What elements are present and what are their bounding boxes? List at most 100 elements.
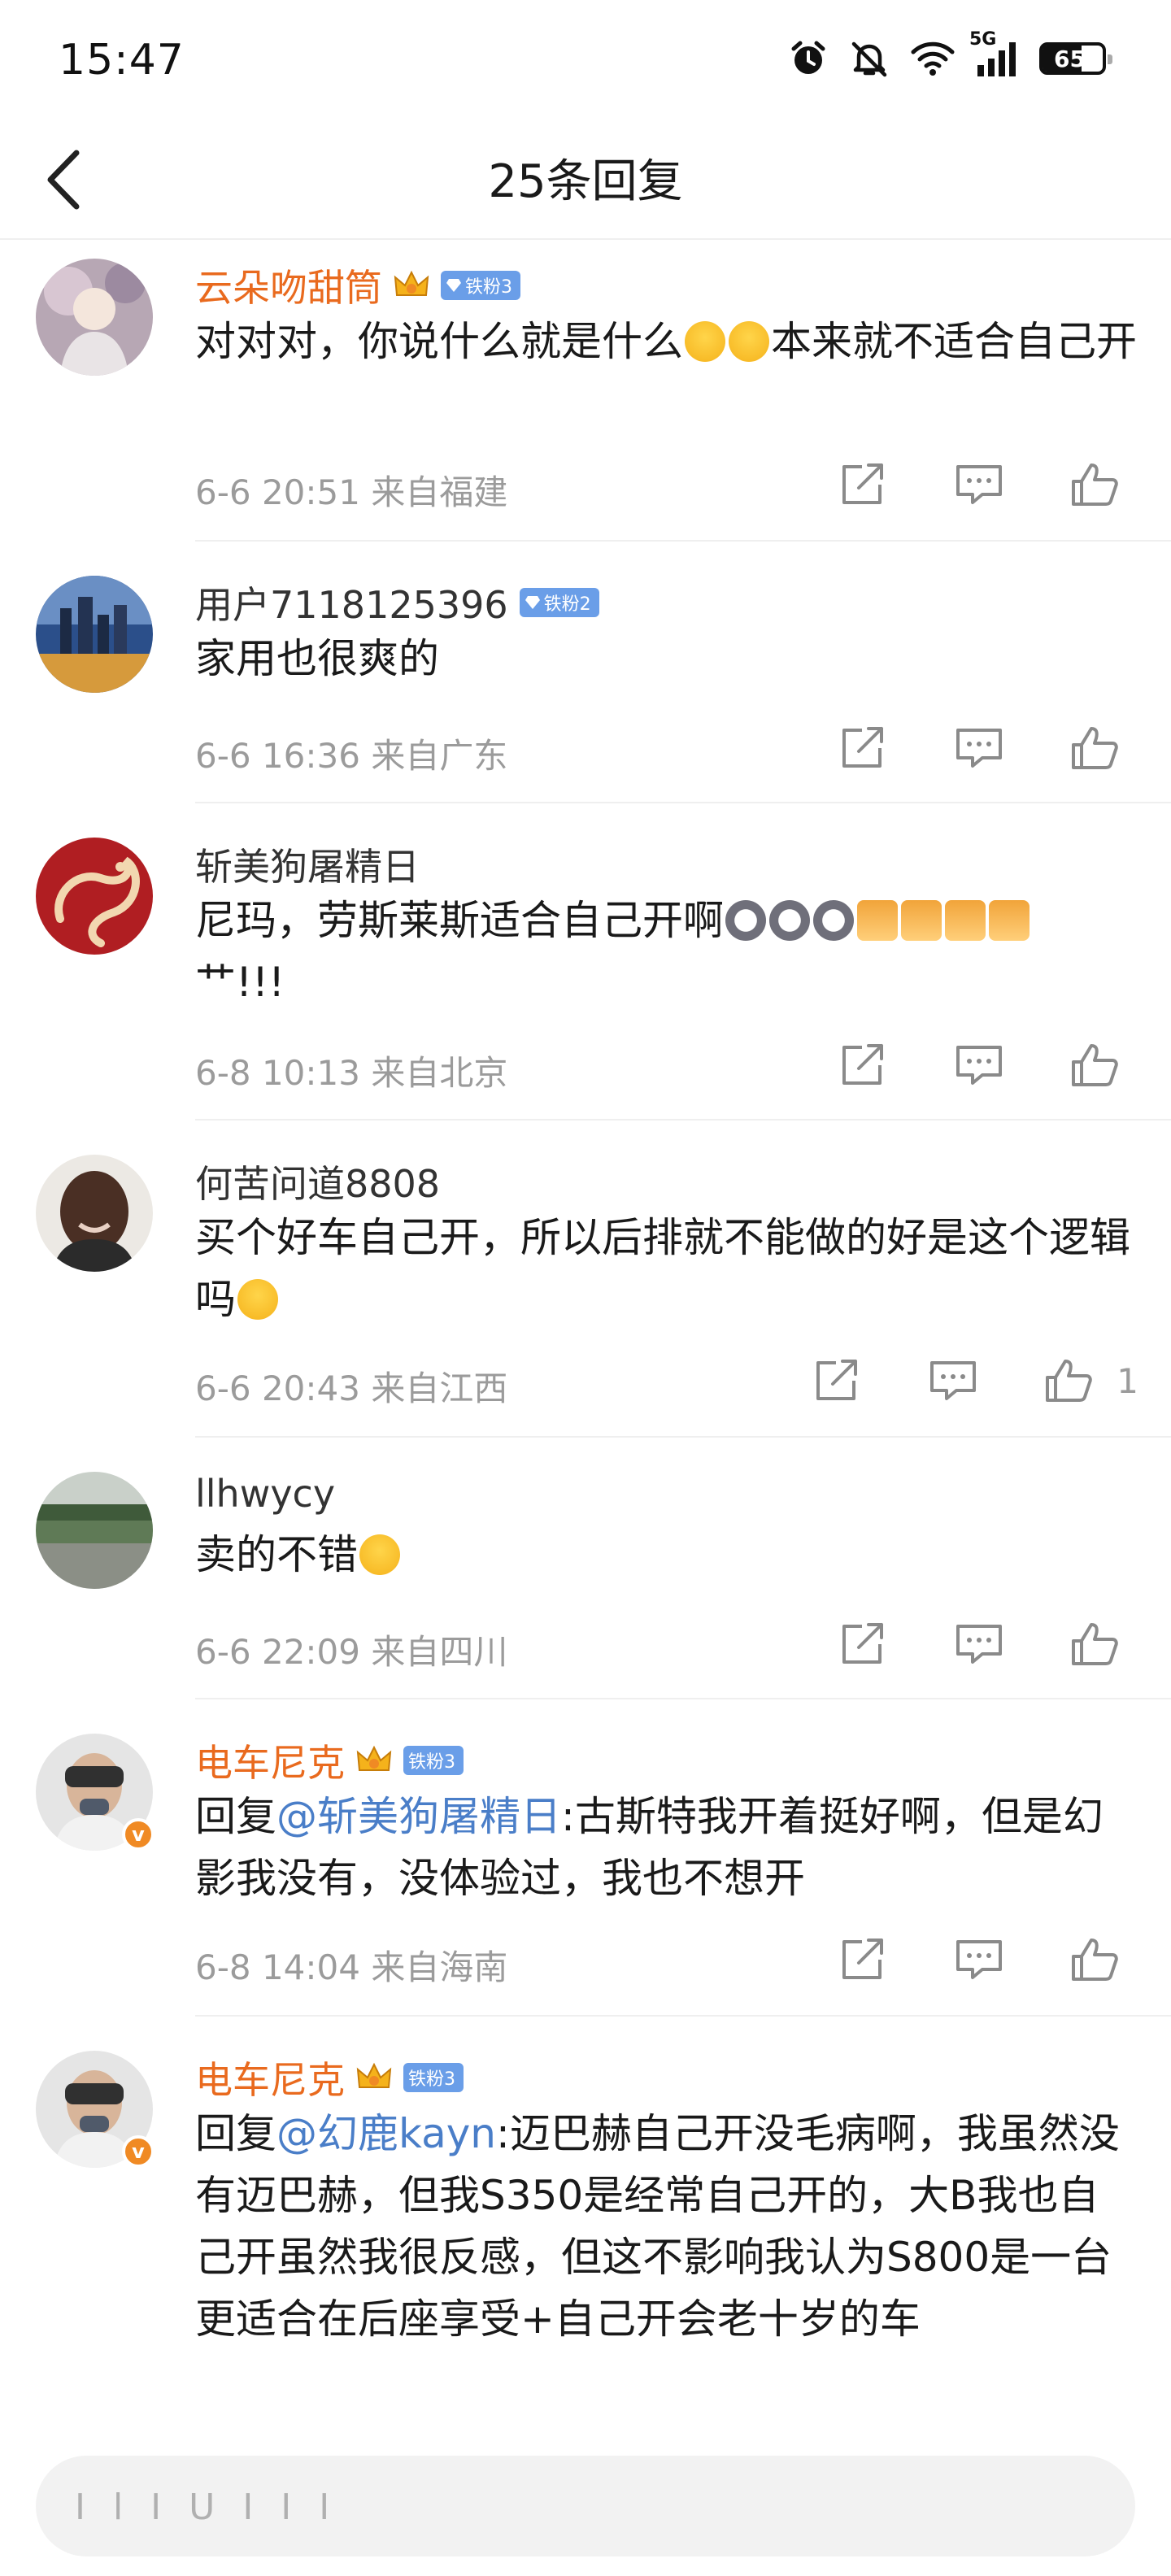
fan-badge: 铁粉2 <box>519 588 599 617</box>
crown-icon <box>394 270 429 296</box>
comment-meta: 6-6 20:43 来自江西 1 <box>195 1356 1138 1408</box>
thumbs-down-emoji <box>901 900 942 941</box>
timestamp-location: 6-6 20:51 来自福建 <box>195 472 508 512</box>
avatar[interactable] <box>36 576 153 693</box>
mute-bell-icon <box>851 41 887 77</box>
username[interactable]: 电车尼克 <box>195 2051 345 2104</box>
laughing-emoji <box>729 321 769 362</box>
thumbs-down-emoji <box>857 900 898 941</box>
name-row: 何苦问道8808 <box>195 1155 440 1208</box>
share-button[interactable] <box>838 1041 890 1090</box>
share-button[interactable] <box>838 724 890 772</box>
username[interactable]: 云朵吻甜筒 <box>195 259 382 312</box>
reply-button[interactable] <box>953 1935 1005 1984</box>
name-row: 用户7118125396 铁粉2 <box>195 576 599 629</box>
share-icon <box>842 727 883 768</box>
divider <box>195 1436 1171 1438</box>
avatar[interactable] <box>36 838 153 955</box>
share-icon <box>842 1623 883 1664</box>
comment-text: 卖的不错 <box>195 1524 1138 1586</box>
divider <box>195 540 1171 542</box>
battery-percent: 65 <box>1054 46 1086 72</box>
comment-text: 家用也很爽的 <box>195 635 439 682</box>
comment-meta: 6-6 16:36 来自广东 <box>195 724 1138 776</box>
divider <box>195 2015 1171 2017</box>
comment-icon <box>956 1046 1002 1085</box>
gem-icon <box>446 279 461 292</box>
page-title: 25条回复 <box>488 155 683 208</box>
timestamp-location: 6-6 16:36 来自广东 <box>195 736 508 776</box>
like-button[interactable] <box>1043 1356 1095 1405</box>
status-icons: 5G 65 <box>789 29 1112 78</box>
share-button[interactable] <box>838 1620 890 1669</box>
husky-emoji <box>813 900 854 941</box>
share-icon <box>842 1044 883 1085</box>
gem-icon <box>525 596 540 609</box>
comment-text: 回复@幻鹿kayn:迈巴赫自己开没毛病啊，我虽然没有迈巴赫，但我S350是经常自… <box>195 2110 1120 2343</box>
timestamp-location: 6-8 14:04 来自海南 <box>195 1947 508 1987</box>
fan-badge: 铁粉3 <box>441 271 520 300</box>
network-type-label: 5G <box>969 29 997 50</box>
divider <box>195 802 1171 803</box>
thumbs-up-icon <box>1046 1360 1092 1402</box>
husky-emoji <box>769 900 810 941</box>
like-count: 1 <box>1117 1361 1138 1401</box>
battery-indicator: 65 <box>1039 42 1112 75</box>
thumbs-down-emoji <box>989 900 1030 941</box>
like-button[interactable] <box>1069 1935 1121 1984</box>
fan-badge-label: 铁粉2 <box>543 594 591 615</box>
username[interactable]: 电车尼克 <box>195 1734 345 1787</box>
username[interactable]: llhwycy <box>195 1472 335 1516</box>
reply-placeholder: I l I U I I I <box>75 2487 338 2528</box>
reply-input[interactable]: I l I U I I I <box>36 2456 1135 2556</box>
like-button[interactable] <box>1069 460 1121 509</box>
like-button[interactable] <box>1069 724 1121 772</box>
fan-badge: 铁粉3 <box>403 1746 464 1775</box>
like-button[interactable] <box>1069 1041 1121 1090</box>
comment-meta: 6-8 14:04 来自海南 <box>195 1935 1138 1987</box>
comment-text: 对对对，你说什么就是什么 本来就不适合自己开 <box>195 318 1137 365</box>
share-button[interactable] <box>838 1935 890 1984</box>
comment-icon <box>956 1625 1002 1664</box>
thumbs-up-icon <box>1072 1623 1118 1665</box>
comment-meta: 6-6 20:51 来自福建 <box>195 460 1138 512</box>
reply-button[interactable] <box>953 724 1005 772</box>
laughing-emoji <box>685 321 725 362</box>
laughing-emoji <box>237 1279 278 1320</box>
name-row: llhwycy <box>195 1472 335 1516</box>
username[interactable]: 斩美狗屠精日 <box>195 838 420 891</box>
status-time: 15:47 <box>59 36 185 85</box>
username[interactable]: 何苦问道8808 <box>195 1155 440 1208</box>
name-row: 电车尼克 铁粉3 <box>195 1734 464 1787</box>
mention-link[interactable]: @幻鹿kayn <box>276 2110 496 2157</box>
share-button[interactable] <box>812 1356 864 1405</box>
avatar[interactable] <box>36 259 153 376</box>
username[interactable]: 用户7118125396 <box>195 576 508 629</box>
reply-button[interactable] <box>927 1356 979 1405</box>
status-bar: 15:47 5G 65 <box>0 0 1171 122</box>
divider <box>195 1698 1171 1699</box>
avatar[interactable] <box>36 1472 153 1589</box>
reply-button[interactable] <box>953 1620 1005 1669</box>
comment-icon <box>956 729 1002 768</box>
reply-button[interactable] <box>953 1041 1005 1090</box>
fan-badge-label: 铁粉3 <box>408 1752 455 1773</box>
thumbs-up-icon <box>1072 727 1118 769</box>
reply-button[interactable] <box>953 460 1005 509</box>
share-button[interactable] <box>838 460 890 509</box>
avatar[interactable] <box>36 1155 153 1272</box>
thumbs-down-emoji <box>945 900 986 941</box>
crown-icon <box>356 1745 392 1771</box>
fan-badge-label: 铁粉3 <box>408 2069 455 2090</box>
verified-badge: v <box>122 2135 155 2168</box>
like-button[interactable] <box>1069 1620 1121 1669</box>
alarm-icon <box>791 41 825 74</box>
comment-meta: 6-8 10:13 来自北京 <box>195 1041 1138 1093</box>
name-row: 电车尼克 铁粉3 <box>195 2051 464 2104</box>
wifi-icon <box>911 41 955 76</box>
battery-cap <box>1108 54 1112 64</box>
timestamp-location: 6-8 10:13 来自北京 <box>195 1053 508 1093</box>
share-icon <box>842 1939 883 1979</box>
mention-link[interactable]: @斩美狗屠精日 <box>276 1793 561 1840</box>
verified-badge: v <box>122 1818 155 1851</box>
